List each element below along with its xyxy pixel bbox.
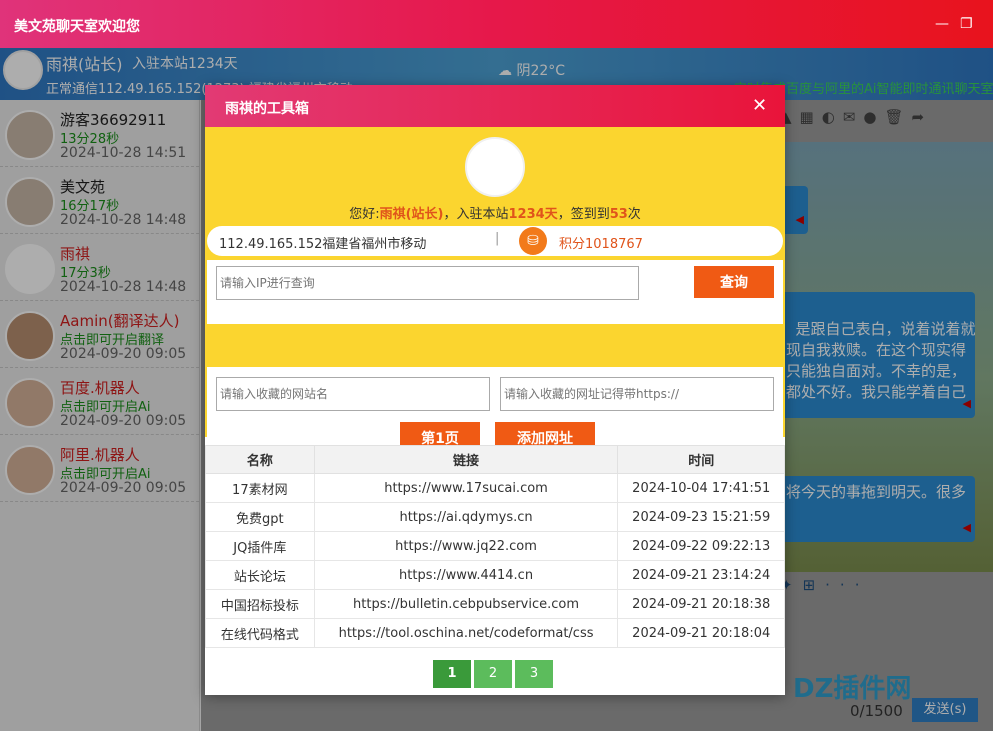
table-cell: JQ插件库 — [205, 531, 315, 561]
minimize-button[interactable]: — — [935, 16, 949, 32]
table-cell[interactable]: https://bulletin.cebpubservice.com — [313, 589, 619, 619]
table-cell: 17素材网 — [205, 473, 315, 503]
table-header: 链接 — [313, 445, 619, 474]
table-row[interactable]: 中国招标投标 https://bulletin.cebpubservice.co… — [205, 589, 785, 619]
table-row[interactable]: 免费gpt https://ai.qdymys.cn 2024-09-23 15… — [205, 502, 785, 532]
window-title: 美文苑聊天室欢迎您 — [14, 19, 140, 35]
divider: | — [495, 231, 500, 246]
ip-location: 112.49.165.152福建省福州市移动 — [219, 237, 427, 252]
greeting-join: ，入驻本站 — [443, 207, 509, 222]
table-cell: 2024-09-21 23:14:24 — [617, 560, 785, 590]
table-cell[interactable]: https://tool.oschina.net/codeformat/css — [313, 618, 619, 648]
profile-panel: 您好:雨祺(站长)，入驻本站1234天，签到到53次 112.49.165.15… — [205, 127, 785, 477]
page-button-2[interactable]: 2 — [474, 660, 512, 688]
ip-query-input[interactable] — [216, 266, 639, 300]
table-row[interactable]: JQ插件库 https://www.jq22.com 2024-09-22 09… — [205, 531, 785, 561]
coins-icon: ⛁ — [519, 227, 547, 255]
table-cell: 中国招标投标 — [205, 589, 315, 619]
table-header: 名称 — [205, 445, 315, 474]
greeting-sign: ，签到到 — [557, 207, 610, 222]
table-cell[interactable]: https://www.17sucai.com — [313, 473, 619, 503]
maximize-button[interactable]: ❐ — [960, 16, 973, 32]
table-cell: 站长论坛 — [205, 560, 315, 590]
ip-info-bar: 112.49.165.152福建省福州市移动 | ⛁ 积分1018767 — [207, 226, 783, 256]
table-row[interactable]: 17素材网 https://www.17sucai.com 2024-10-04… — [205, 473, 785, 503]
modal-header: 雨祺的工具箱 ✕ — [205, 85, 785, 127]
table-cell[interactable]: https://ai.qdymys.cn — [313, 502, 619, 532]
ip-query-form: 查询 — [207, 260, 783, 324]
table-cell: 在线代码格式 — [205, 618, 315, 648]
query-button[interactable]: 查询 — [694, 266, 774, 298]
close-icon[interactable]: ✕ — [752, 95, 767, 116]
bookmark-table: 名称 链接 时间 17素材网 https://www.17sucai.com 2… — [205, 445, 785, 648]
page-button-3[interactable]: 3 — [515, 660, 553, 688]
table-cell: 免费gpt — [205, 502, 315, 532]
toolbox-modal: 雨祺的工具箱 ✕ 您好:雨祺(站长)，入驻本站1234天，签到到53次 112.… — [205, 85, 785, 695]
table-row[interactable]: 在线代码格式 https://tool.oschina.net/codeform… — [205, 618, 785, 648]
table-cell: 2024-10-04 17:41:51 — [617, 473, 785, 503]
pagination: 123 — [433, 660, 556, 688]
greeting-days: 1234天 — [508, 207, 558, 222]
avatar — [465, 137, 525, 197]
greeting-sign-count: 53 — [609, 207, 628, 222]
table-cell: 2024-09-22 09:22:13 — [617, 531, 785, 561]
greeting-name: 雨祺 — [379, 207, 406, 222]
table-cell: 2024-09-23 15:21:59 — [617, 502, 785, 532]
site-url-input[interactable] — [500, 377, 774, 411]
table-cell[interactable]: https://www.jq22.com — [313, 531, 619, 561]
page-button-1[interactable]: 1 — [433, 660, 471, 688]
points-value: 积分1018767 — [559, 237, 643, 252]
table-row[interactable]: 站长论坛 https://www.4414.cn 2024-09-21 23:1… — [205, 560, 785, 590]
modal-title: 雨祺的工具箱 — [225, 101, 309, 117]
table-header: 时间 — [617, 445, 785, 474]
greeting-suffix: 次 — [627, 207, 641, 222]
window-titlebar: 美文苑聊天室欢迎您 — ❐ — [0, 0, 993, 48]
greeting-role: (站长) — [405, 207, 444, 222]
table-cell[interactable]: https://www.4414.cn — [313, 560, 619, 590]
table-cell: 2024-09-21 20:18:04 — [617, 618, 785, 648]
site-name-input[interactable] — [216, 377, 490, 411]
table-cell: 2024-09-21 20:18:38 — [617, 589, 785, 619]
greeting-prefix: 您好: — [349, 207, 380, 222]
greeting-text: 您好:雨祺(站长)，入驻本站1234天，签到到53次 — [205, 203, 785, 222]
